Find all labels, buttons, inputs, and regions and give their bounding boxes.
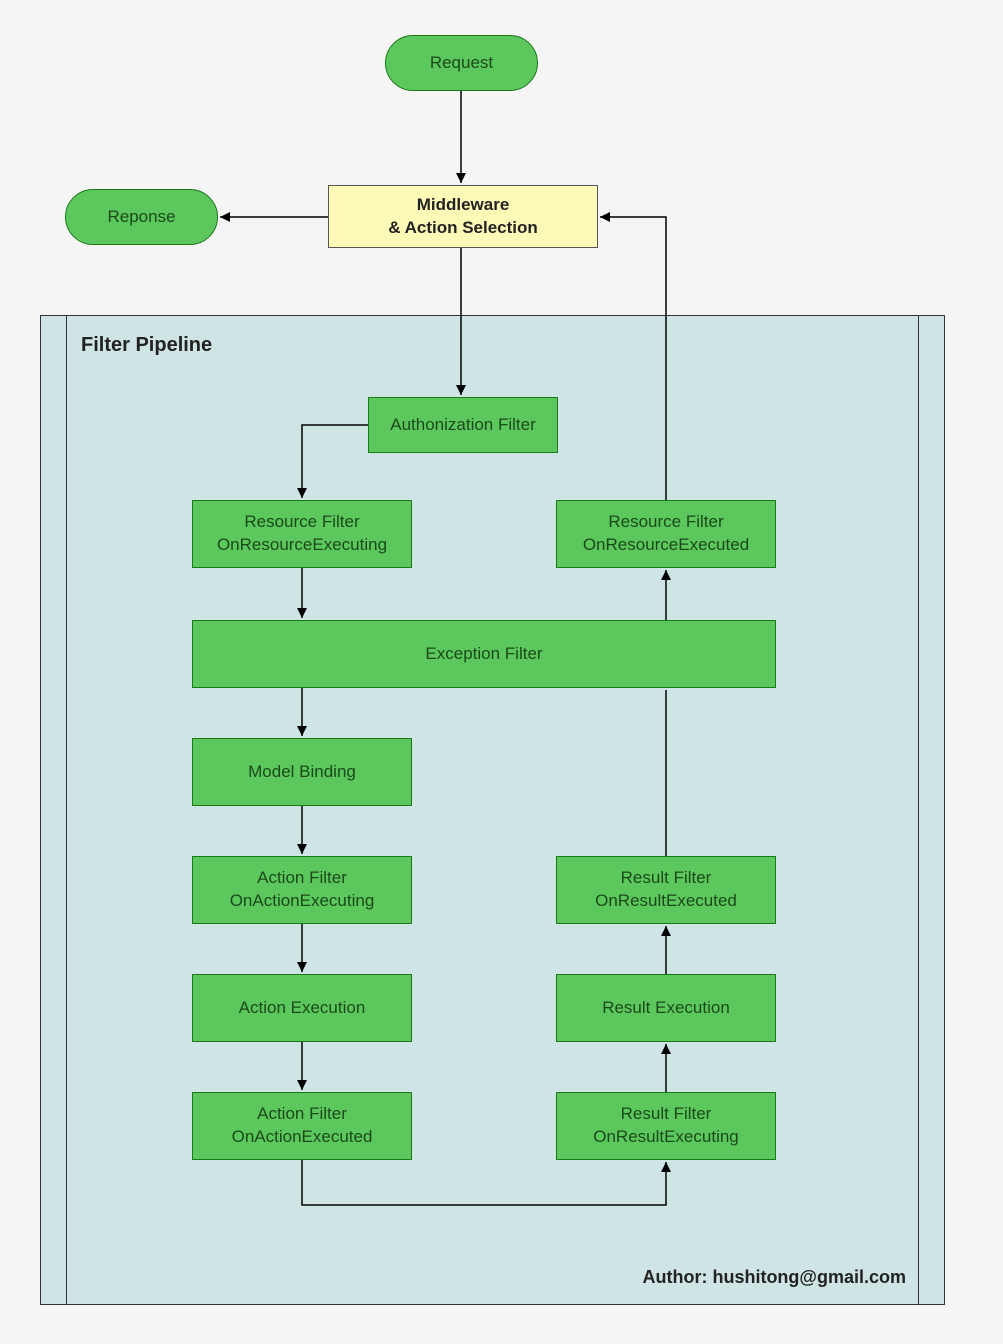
author-label: Author: hushitong@gmail.com xyxy=(642,1267,906,1288)
action-executed-l2: OnActionExecuted xyxy=(232,1126,373,1149)
result-executed-node: Result Filter OnResultExecuted xyxy=(556,856,776,924)
resource-executing-node: Resource Filter OnResourceExecuting xyxy=(192,500,412,568)
response-node: Reponse xyxy=(65,189,218,245)
middleware-node: Middleware & Action Selection xyxy=(328,185,598,248)
authorization-filter-label: Authonization Filter xyxy=(390,414,536,437)
filter-pipeline-title: Filter Pipeline xyxy=(81,334,212,357)
result-executing-node: Result Filter OnResultExecuting xyxy=(556,1092,776,1160)
model-binding-node: Model Binding xyxy=(192,738,412,806)
action-executed-node: Action Filter OnActionExecuted xyxy=(192,1092,412,1160)
action-executing-l2: OnActionExecuting xyxy=(230,890,375,913)
result-executing-l1: Result Filter xyxy=(621,1103,712,1126)
middleware-line2: & Action Selection xyxy=(388,217,538,240)
resource-executing-l1: Resource Filter xyxy=(244,511,359,534)
result-execution-label: Result Execution xyxy=(602,997,730,1020)
result-executed-l1: Result Filter xyxy=(621,867,712,890)
middleware-line1: Middleware xyxy=(417,194,510,217)
exception-filter-node: Exception Filter xyxy=(192,620,776,688)
resource-executed-l1: Resource Filter xyxy=(608,511,723,534)
resource-executed-node: Resource Filter OnResourceExecuted xyxy=(556,500,776,568)
authorization-filter-node: Authonization Filter xyxy=(368,397,558,453)
diagram-canvas: Filter Pipeline Author: hushitong@gmail.… xyxy=(0,0,1003,1344)
model-binding-label: Model Binding xyxy=(248,761,356,784)
action-executed-l1: Action Filter xyxy=(257,1103,347,1126)
request-node: Request xyxy=(385,35,538,91)
result-executing-l2: OnResultExecuting xyxy=(593,1126,739,1149)
action-executing-l1: Action Filter xyxy=(257,867,347,890)
result-execution-node: Result Execution xyxy=(556,974,776,1042)
action-execution-node: Action Execution xyxy=(192,974,412,1042)
action-executing-node: Action Filter OnActionExecuting xyxy=(192,856,412,924)
action-execution-label: Action Execution xyxy=(239,997,366,1020)
response-label: Reponse xyxy=(107,207,175,227)
request-label: Request xyxy=(430,53,493,73)
resource-executing-l2: OnResourceExecuting xyxy=(217,534,387,557)
resource-executed-l2: OnResourceExecuted xyxy=(583,534,749,557)
result-executed-l2: OnResultExecuted xyxy=(595,890,737,913)
exception-filter-label: Exception Filter xyxy=(425,643,542,666)
filter-pipeline-container: Filter Pipeline Author: hushitong@gmail.… xyxy=(40,315,945,1305)
